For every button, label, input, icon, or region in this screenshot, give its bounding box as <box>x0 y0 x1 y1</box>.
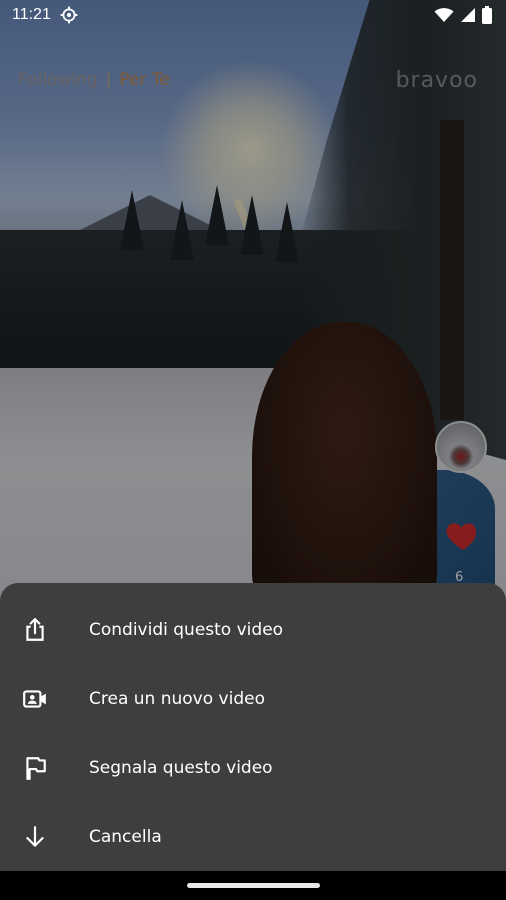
wifi-icon <box>434 8 454 22</box>
system-icons <box>434 6 492 24</box>
share-icon <box>26 618 44 641</box>
flag-icon <box>26 757 46 780</box>
signal-icon <box>461 8 475 22</box>
report-video-item[interactable]: Segnala questo video <box>0 735 506 801</box>
app-screen: Following | Per Te bravoo 6 11:21 Condiv… <box>0 0 506 900</box>
cancel-item[interactable]: Cancella <box>0 804 506 870</box>
share-video-item[interactable]: Condividi questo video <box>0 597 506 663</box>
status-bar: 11:21 <box>0 0 506 32</box>
create-video-label: Crea un nuovo video <box>89 689 265 709</box>
cancel-label: Cancella <box>89 827 162 847</box>
home-gesture-handle[interactable] <box>187 883 320 888</box>
arrow-down-icon <box>26 826 44 847</box>
battery-icon <box>482 6 492 24</box>
video-camera-icon <box>23 690 46 708</box>
report-video-label: Segnala questo video <box>89 758 273 778</box>
options-bottom-sheet: Condividi questo video Crea un nuovo vid… <box>0 583 506 871</box>
settings-gear-icon <box>60 6 78 24</box>
share-video-label: Condividi questo video <box>89 620 284 640</box>
create-video-item[interactable]: Crea un nuovo video <box>0 666 506 732</box>
status-time: 11:21 <box>12 6 51 23</box>
